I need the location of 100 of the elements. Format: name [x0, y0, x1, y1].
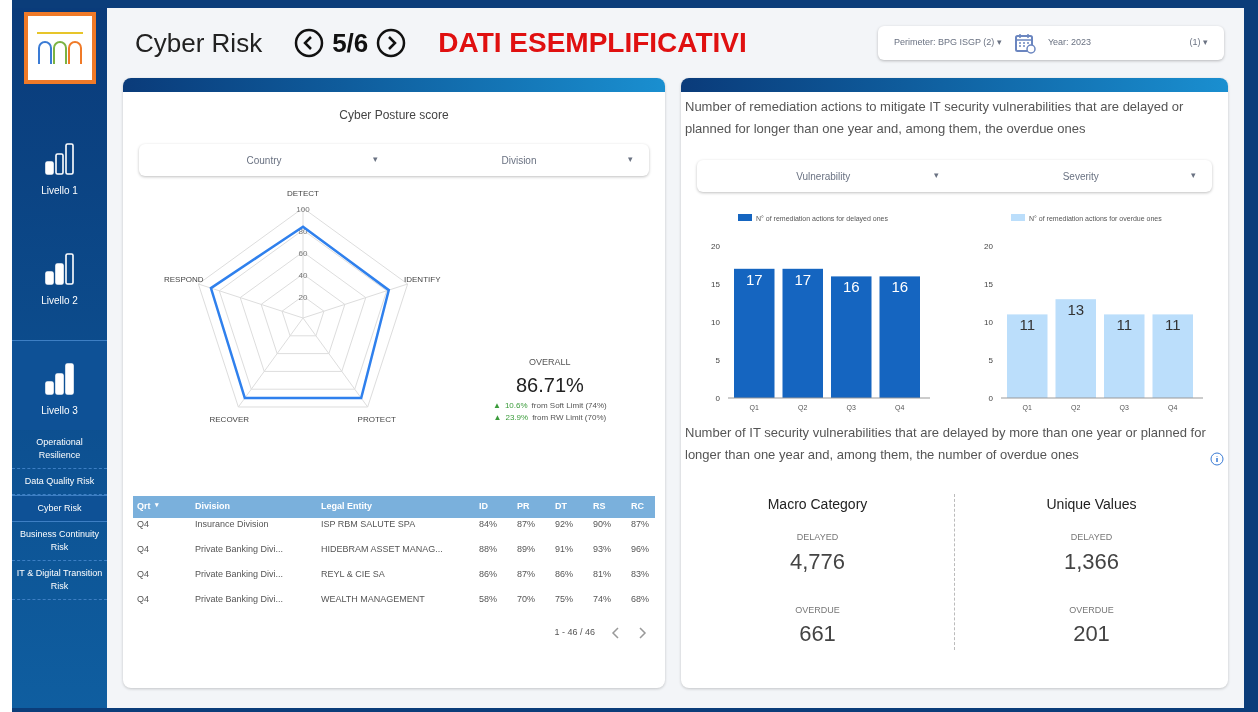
- delta-text: from RW Limit (70%): [532, 411, 607, 424]
- delta-text: from Soft Limit (74%): [531, 399, 607, 412]
- dropdown[interactable]: Division ▾: [394, 144, 649, 176]
- table-cell-text: 87%: [517, 518, 536, 531]
- axis-tick: 15: [710, 280, 720, 289]
- section-subtitle: Number of IT security vulnerabilities that are delayed by more than one year or planned for longer than one year and, among them, the number of overdue ones: [685, 424, 1206, 464]
- kpi-label: OVERDUE: [1069, 603, 1114, 617]
- data-label: 13: [1067, 301, 1085, 319]
- table-cell-text: 58%: [479, 593, 498, 606]
- table-cell-text: 68%: [631, 593, 650, 606]
- table-cell-text: REYL & CIE SA: [321, 568, 386, 581]
- axis-tick: 15: [984, 280, 994, 289]
- data-label: 17: [794, 270, 811, 288]
- axis-tick: 20: [710, 242, 720, 251]
- table-cell-text: Private Banking Divi...: [195, 568, 285, 581]
- data-label: 16: [891, 278, 908, 296]
- level-tab[interactable]: Livello 2: [12, 230, 107, 320]
- nav-item[interactable]: Cyber Risk: [12, 495, 107, 522]
- year-dropdown[interactable]: Year: 2023 (1) ▾: [1047, 36, 1208, 50]
- info-icon[interactable]: [1210, 452, 1224, 466]
- table-cell-text: 89%: [517, 543, 536, 556]
- kpi-label: OVERALL: [529, 356, 571, 369]
- kpi-title: Unique Values: [1046, 495, 1137, 514]
- data-label: 17: [745, 270, 763, 288]
- card-title: Number of remediation actions to mitigate IT security vulnerabilities that are delayed or planned for longer than one year and, among them, the overdue ones: [685, 98, 1185, 138]
- kpi-label: DELAYED: [1070, 531, 1113, 544]
- axis-tick: 40: [298, 271, 308, 280]
- previous-icon[interactable]: [294, 28, 325, 58]
- axis-tick: 100: [296, 205, 310, 214]
- table-cell-text: 86%: [555, 568, 574, 581]
- level-tab[interactable]: Livello 1: [12, 120, 107, 210]
- table-cell-text: 84%: [479, 518, 498, 531]
- pagination-text: 1 - 46 / 46: [554, 626, 595, 639]
- page-counter: 5/6: [332, 26, 369, 60]
- calendar-icon[interactable]: [1013, 32, 1036, 54]
- table-cell-text: 96%: [631, 543, 650, 556]
- table-cell-text: 70%: [517, 593, 536, 606]
- table-cell-text: 81%: [593, 568, 612, 581]
- table-cell-text: HIDEBRAM ASSET MANAG...: [321, 543, 444, 556]
- table-cell-text: Q4: [137, 593, 150, 606]
- dropdown[interactable]: Severity ▾: [954, 160, 1212, 192]
- level-tab[interactable]: Livello 3: [12, 340, 107, 430]
- table-cell-text: 87%: [631, 518, 650, 531]
- axis-label: RESPOND: [163, 275, 204, 285]
- card-title: Cyber Posture score: [338, 107, 450, 124]
- table-cell-text: Private Banking Divi...: [195, 593, 285, 606]
- axis-tick: 0: [988, 394, 994, 403]
- axis-tick: 10: [710, 318, 720, 327]
- next-page-icon[interactable]: [637, 626, 647, 639]
- dropdown[interactable]: Vulnerability ▾: [697, 160, 955, 192]
- data-label: 11: [1165, 316, 1181, 334]
- axis-tick: 0: [715, 394, 720, 403]
- axis-tick: 5: [715, 356, 720, 365]
- table-cell-text: 87%: [517, 568, 536, 581]
- data-label: 16: [842, 278, 860, 296]
- kpi-value: 201: [1073, 620, 1110, 648]
- bar-chart-icon: [44, 363, 75, 395]
- table-cell-text: Q4: [137, 518, 150, 531]
- table-cell-text: ISP RBM SALUTE SPA: [321, 518, 417, 531]
- axis-tick: 60: [298, 249, 308, 258]
- table-cell-text: Q4: [137, 568, 150, 581]
- page-title: Cyber Risk: [135, 26, 263, 60]
- kpi-value: 1,366: [1063, 547, 1120, 576]
- data-label: 11: [1116, 316, 1133, 334]
- kpi-value: 86.71%: [515, 372, 584, 398]
- table-cell-text: Insurance Division: [195, 518, 270, 531]
- table-cell-text: 90%: [593, 518, 612, 531]
- perimeter-dropdown[interactable]: Perimeter: BPG ISGP (2) ▾: [894, 36, 1002, 50]
- table-cell-text: 92%: [555, 518, 574, 531]
- axis-label: IDENTIFY: [404, 275, 441, 285]
- table-cell-text: 75%: [555, 593, 574, 606]
- table-cell-text: 83%: [631, 568, 650, 581]
- axis-label: RECOVER: [209, 415, 250, 425]
- axis-tick: 20: [298, 293, 308, 302]
- kpi-label: OVERDUE: [795, 603, 840, 617]
- axis-tick: 80: [298, 227, 308, 236]
- bar-chart-icon: [44, 143, 75, 175]
- next-icon[interactable]: [376, 28, 407, 58]
- axis-label: PROTECT: [357, 415, 396, 425]
- table-cell-text: 86%: [479, 568, 498, 581]
- table-cell-text: 91%: [555, 543, 574, 556]
- data-label: 11: [1019, 316, 1036, 334]
- kpi-title: Macro Category: [767, 495, 868, 514]
- axis-tick: 5: [988, 356, 994, 365]
- sample-data-label: DATI ESEMPLIFICATIVI: [438, 26, 747, 60]
- kpi-label: DELAYED: [796, 531, 839, 544]
- dropdown[interactable]: Country ▾: [139, 144, 394, 176]
- up-icon: ▲: [493, 411, 502, 424]
- up-icon: ▲: [493, 399, 501, 412]
- kpi-value: 4,776: [789, 547, 846, 576]
- table-cell-text: WEALTH MANAGEMENT: [321, 593, 426, 606]
- kpi-value: 661: [799, 620, 836, 648]
- delta-value: 23.9%: [505, 411, 529, 424]
- delta-value: 10.6%: [504, 399, 528, 412]
- previous-page-icon[interactable]: [611, 626, 621, 639]
- axis-label: DETECT: [287, 188, 319, 198]
- axis-tick: 10: [984, 318, 994, 327]
- table-cell-text: 93%: [593, 543, 612, 556]
- bar-chart-icon: [44, 253, 75, 285]
- table-cell-text: 88%: [479, 543, 498, 556]
